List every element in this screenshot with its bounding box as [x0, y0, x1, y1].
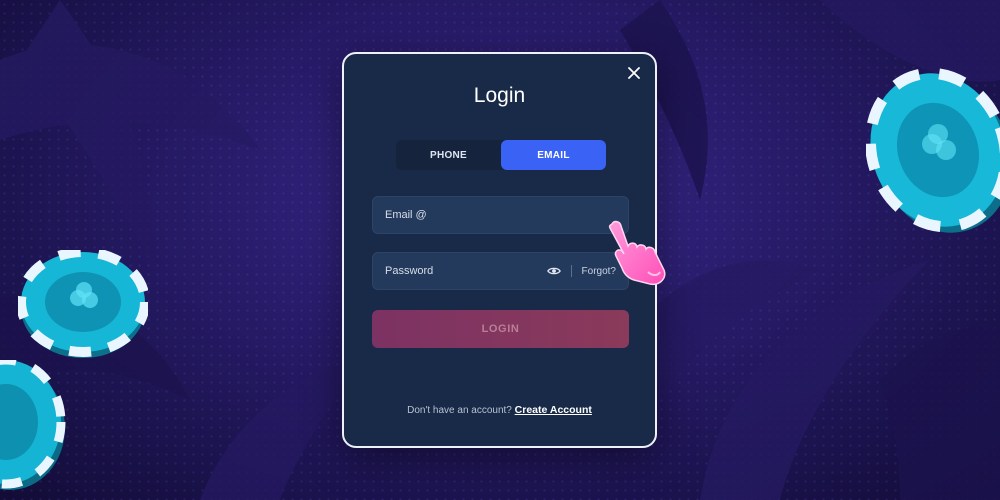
email-field-wrapper	[372, 196, 629, 234]
divider	[570, 265, 572, 277]
login-button[interactable]: LOGIN	[372, 310, 629, 348]
email-input[interactable]	[385, 209, 616, 221]
close-button[interactable]	[625, 64, 643, 82]
password-input[interactable]	[385, 265, 547, 277]
close-icon	[628, 67, 640, 79]
eye-icon[interactable]	[546, 264, 561, 278]
poker-chip-icon	[18, 250, 148, 358]
poker-chip-icon	[866, 67, 1000, 233]
modal-title: Login	[473, 84, 526, 107]
pointing-hand-icon	[608, 220, 666, 286]
create-account-link[interactable]: Create Account	[515, 404, 592, 416]
tab-phone[interactable]: PHONE	[396, 140, 501, 170]
password-field-wrapper: Forgot?	[372, 252, 629, 290]
login-method-tabs: PHONE EMAIL	[396, 140, 606, 170]
poker-chip-icon	[0, 360, 66, 490]
tab-email[interactable]: EMAIL	[501, 140, 606, 170]
signup-prompt: Don't have an account? Create Account	[344, 404, 655, 416]
signup-prompt-text: Don't have an account?	[407, 405, 512, 416]
